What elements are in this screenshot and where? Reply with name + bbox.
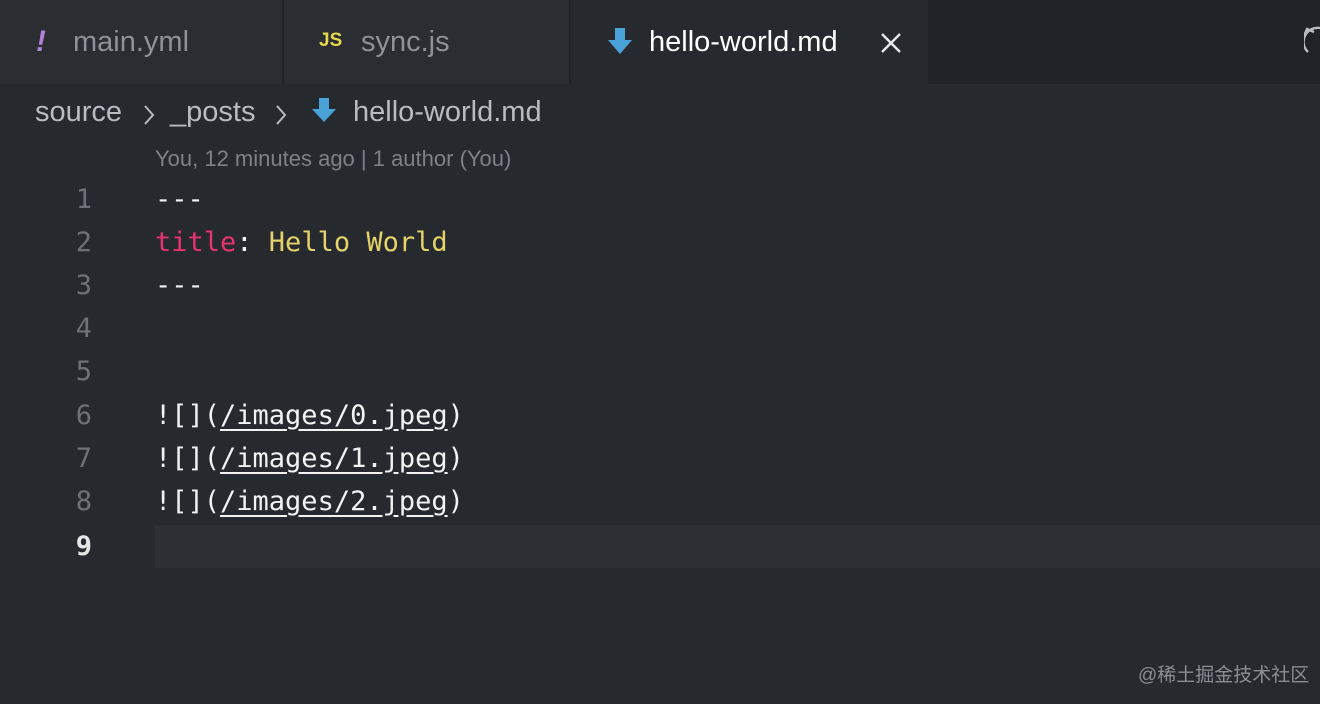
refresh-icon[interactable] <box>1302 24 1320 65</box>
watermark: @稀土掘金技术社区 <box>1138 665 1310 686</box>
code-line[interactable]: 8 ![](/images/2.jpeg) <box>0 480 1320 523</box>
git-blame-annotation[interactable]: You, 12 minutes ago | 1 author (You) <box>155 146 511 172</box>
line-text: ![](/images/1.jpeg) <box>155 443 464 474</box>
tab-label: sync.js <box>361 26 450 58</box>
code-line[interactable]: 3 --- <box>0 264 1320 307</box>
breadcrumb-item-file[interactable]: hello-world.md <box>353 96 542 129</box>
line-number: 6 <box>75 400 92 431</box>
line-text: ![](/images/2.jpeg) <box>155 486 464 517</box>
code-line[interactable]: 5 <box>0 350 1320 393</box>
line-number: 1 <box>75 184 92 215</box>
image-link[interactable]: /images/0.jpeg <box>220 400 448 431</box>
line-number: 2 <box>75 227 92 258</box>
code-line[interactable]: 2 title: Hello World <box>0 221 1320 264</box>
image-syntax-suffix: ) <box>447 443 464 474</box>
line-number: 7 <box>75 443 92 474</box>
chevron-right-icon <box>274 102 288 135</box>
image-syntax-suffix: ) <box>447 400 464 431</box>
current-line-highlight <box>155 525 1320 568</box>
markdown-download-icon <box>312 97 336 131</box>
code-line[interactable]: 1 --- <box>0 178 1320 221</box>
code-line[interactable]: 7 ![](/images/1.jpeg) <box>0 437 1320 480</box>
line-number: 4 <box>75 313 92 344</box>
image-link[interactable]: /images/1.jpeg <box>220 443 448 474</box>
tab-main-yml[interactable]: ! main.yml <box>0 0 283 84</box>
code-line-current[interactable]: 9 <box>0 525 1320 568</box>
yaml-colon: : <box>236 227 253 258</box>
breadcrumb: source _posts hello-world.md <box>0 84 1320 140</box>
line-number: 5 <box>75 356 92 387</box>
line-text: --- <box>155 184 204 215</box>
line-number: 9 <box>75 531 92 562</box>
breadcrumb-item-posts[interactable]: _posts <box>170 96 255 129</box>
tab-label: main.yml <box>73 26 190 58</box>
image-syntax-prefix: ![]( <box>155 486 221 517</box>
yaml-key: title <box>155 227 237 258</box>
tab-label: hello-world.md <box>649 26 838 58</box>
tab-sync-js[interactable]: JS sync.js <box>284 0 570 84</box>
line-text: --- <box>155 270 204 301</box>
image-link[interactable]: /images/2.jpeg <box>220 486 448 517</box>
line-number: 3 <box>75 270 92 301</box>
line-number: 8 <box>75 486 92 517</box>
image-syntax-suffix: ) <box>447 486 464 517</box>
image-syntax-prefix: ![]( <box>155 443 221 474</box>
yaml-exclamation-icon: ! <box>36 25 46 58</box>
tab-hello-world-md[interactable]: hello-world.md <box>571 0 929 84</box>
breadcrumb-item-source[interactable]: source <box>35 96 122 129</box>
close-icon[interactable] <box>879 30 903 63</box>
image-syntax-prefix: ![]( <box>155 400 221 431</box>
code-line[interactable]: 6 ![](/images/0.jpeg) <box>0 394 1320 437</box>
chevron-right-icon <box>142 102 156 135</box>
line-text: title: Hello World <box>155 227 448 258</box>
tab-bar: ! main.yml JS sync.js hello-world.md <box>0 0 1320 84</box>
code-line[interactable]: 4 <box>0 307 1320 350</box>
javascript-file-icon: JS <box>319 30 343 51</box>
yaml-value: Hello World <box>252 227 448 258</box>
markdown-download-icon <box>607 27 633 63</box>
line-text: ![](/images/0.jpeg) <box>155 400 464 431</box>
